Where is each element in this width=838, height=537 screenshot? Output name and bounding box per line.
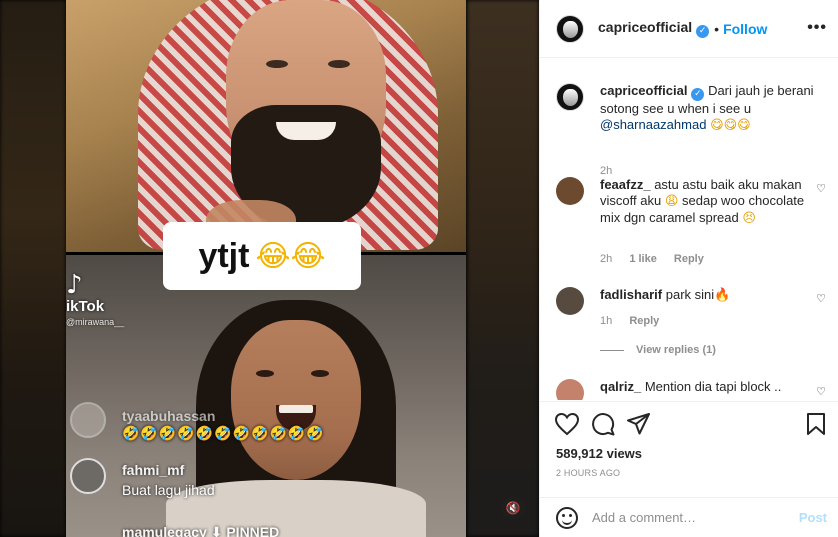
comment-meta: 2h 1 like Reply (600, 253, 718, 265)
verified-badge-icon: ✓ (696, 24, 710, 38)
view-replies-label: View replies (1) (636, 344, 716, 356)
video-caption-bubble: ytjt 😂😂 (163, 222, 361, 290)
eye-shape (311, 370, 329, 377)
live-comment-name: tyaabuhassan (122, 408, 216, 424)
caption-text: ytjt (198, 236, 250, 275)
instagram-post-modal: ♥ ♥ ♥ ♥ ♥ ♥ ♥ ytjt 😂😂 ♪ ikTok @mirawana_… (0, 0, 838, 537)
live-comment-message: Buat lagu jihad (122, 482, 215, 498)
comment-text: Mention dia tapi block .. (644, 379, 782, 394)
eye-shape (256, 370, 274, 377)
comments-list[interactable]: capriceofficial ✓ Dari jauh je berani sot… (540, 59, 838, 400)
media-blur-right (467, 0, 539, 537)
avatar[interactable] (556, 379, 584, 400)
live-comment-name: mamulegacy ⬇ PINNED (122, 524, 280, 537)
action-icons (554, 412, 652, 436)
yum-emoji: 😋😋😋 (710, 117, 751, 133)
tiktok-label: ikTok (66, 298, 105, 315)
speaker-muted-icon: 🔇 (505, 501, 521, 515)
avatar[interactable] (556, 177, 584, 205)
persevering-emoji: 😣 (742, 211, 756, 226)
timestamp[interactable]: 1h (600, 315, 612, 327)
share-paper-plane-icon[interactable] (626, 412, 652, 436)
follow-button[interactable]: Follow (723, 21, 767, 37)
post-header: capriceofficial ✓ • Follow ••• (540, 0, 838, 58)
comment-bubble-icon[interactable] (590, 412, 616, 436)
add-comment-bar: Post (540, 497, 838, 537)
avatar[interactable] (556, 14, 584, 43)
media-blur-left (0, 0, 66, 537)
tiktok-handle: @mirawana__ (66, 317, 125, 327)
timestamp[interactable]: 2h (600, 165, 612, 177)
avatar (70, 402, 106, 438)
header-username[interactable]: capriceofficial ✓ (598, 19, 710, 38)
comment-meta: 1h Reply (600, 315, 673, 327)
post-button[interactable]: Post (799, 510, 827, 525)
live-comment-message: 🤣🤣🤣🤣🤣🤣🤣🤣🤣🤣🤣 (122, 426, 325, 442)
save-bookmark-icon[interactable] (805, 412, 827, 436)
replies-line (600, 349, 624, 351)
reply-button[interactable]: Reply (629, 315, 659, 327)
post-media[interactable]: ♥ ♥ ♥ ♥ ♥ ♥ ♥ ytjt 😂😂 ♪ ikTok @mirawana_… (0, 0, 539, 537)
separator-dot: • (714, 20, 720, 37)
timestamp[interactable]: 2h (600, 253, 612, 265)
like-heart-icon[interactable] (554, 412, 580, 436)
fire-emoji: 🔥 (714, 288, 731, 303)
post-time-ago[interactable]: 2 HOURS AGO (556, 468, 620, 478)
comment-username[interactable]: fadlisharif (600, 287, 662, 302)
live-comment-name: fahmi_mf (122, 462, 185, 478)
mention-link[interactable]: @sharnaazahmad (600, 117, 706, 132)
reply-button[interactable]: Reply (674, 253, 704, 265)
smile-shape (276, 122, 336, 140)
eye-shape (328, 60, 350, 68)
like-comment-heart-icon[interactable]: ♡ (816, 182, 826, 195)
caption-meta: 2h (600, 165, 626, 177)
caption-body: capriceofficial ✓ Dari jauh je berani sot… (600, 83, 820, 134)
verified-badge-icon: ✓ (691, 87, 705, 101)
emoji-picker-icon[interactable] (556, 506, 578, 529)
comment-username[interactable]: qalriz_ (600, 379, 641, 394)
avatar (70, 458, 106, 494)
tiktok-watermark: ♪ ikTok @mirawana__ (66, 272, 124, 327)
post-side-panel: capriceofficial ✓ • Follow ••• capriceoff… (539, 0, 838, 537)
avatar[interactable] (556, 83, 584, 111)
comment-username[interactable]: feaafzz_ (600, 177, 651, 192)
like-comment-heart-icon[interactable]: ♡ (816, 385, 826, 398)
avatar[interactable] (556, 287, 584, 315)
bottom-person-face (231, 320, 361, 480)
more-options-icon[interactable]: ••• (807, 19, 827, 37)
like-comment-heart-icon[interactable]: ♡ (816, 292, 826, 305)
comment-input[interactable] (592, 510, 799, 525)
post-actions: 589,912 views 2 HOURS AGO (540, 401, 838, 497)
tiktok-logo-icon: ♪ (66, 270, 83, 300)
view-replies-button[interactable]: View replies (1) (600, 344, 716, 356)
laughing-emoji: 😂😂 (255, 238, 326, 274)
likes-count[interactable]: 1 like (629, 253, 657, 265)
mute-button[interactable]: 🔇 (501, 496, 525, 520)
comment-body: qalriz_ Mention dia tapi block .. (600, 379, 820, 395)
comment-text: park sini (665, 287, 715, 302)
comment-body: feaafzz_ astu astu baik aku makan viscof… (600, 177, 820, 227)
eye-shape (266, 60, 288, 68)
weary-emoji: 😩 (664, 194, 679, 209)
view-count[interactable]: 589,912 views (556, 446, 642, 461)
comment-body: fadlisharif park sini🔥 (600, 287, 820, 304)
caption-username[interactable]: capriceofficial ✓ (600, 83, 705, 101)
teeth-shape (279, 405, 313, 413)
